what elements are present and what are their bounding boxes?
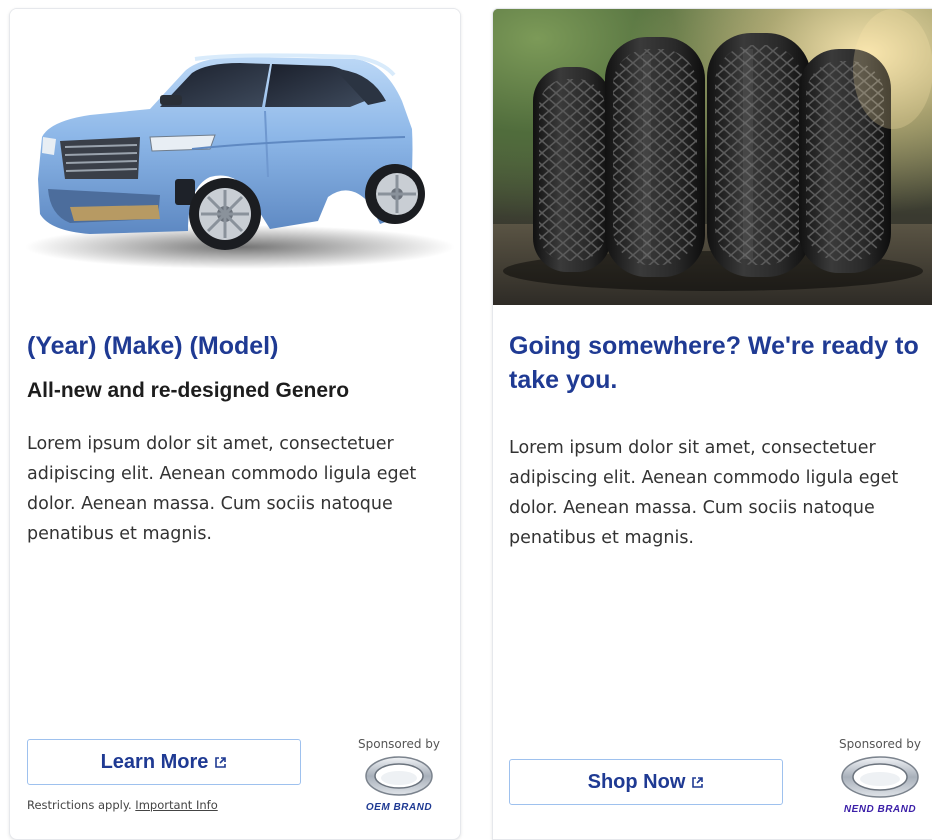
card-body: Lorem ipsum dolor sit amet, consectetuer… [27, 434, 417, 544]
sponsored-by-label: Sponsored by [839, 737, 921, 751]
card-body: Lorem ipsum dolor sit amet, consectetuer… [509, 438, 899, 548]
cta-label: Learn More [100, 750, 209, 773]
card-title: (Year) (Make) (Model) [27, 332, 279, 360]
card-subtitle: All-new and re-designed Genero [27, 379, 350, 402]
external-link-icon [214, 756, 227, 769]
car-image[interactable] [10, 9, 460, 305]
brand-name: NEND BRAND [843, 804, 917, 815]
sponsor-block: Sponsored by NEND BRAND [825, 737, 932, 815]
ad-card-tires[interactable]: Going somewhere? We're ready to take you… [492, 8, 932, 840]
brand-name: OEM BRAND [365, 802, 433, 813]
important-info-link[interactable]: Important Info [135, 798, 217, 812]
sponsor-block: Sponsored by OEM BRAND [344, 737, 454, 813]
learn-more-button[interactable]: Learn More [27, 739, 301, 785]
suv-illustration [25, 53, 455, 269]
external-link-icon [691, 776, 704, 789]
oval-logo-icon [364, 756, 434, 801]
sponsored-by-label: Sponsored by [358, 737, 440, 751]
cta-label: Shop Now [587, 770, 686, 793]
card-title: Going somewhere? We're ready to take you… [509, 332, 919, 394]
restrictions-text: Restrictions apply. Important Info [27, 798, 218, 812]
shop-now-button[interactable]: Shop Now [509, 759, 783, 805]
ad-card-vehicle[interactable]: (Year) (Make) (Model) All-new and re-des… [9, 8, 461, 840]
oval-logo-icon [840, 756, 920, 803]
tires-illustration [493, 9, 932, 305]
tires-image[interactable] [493, 9, 932, 305]
